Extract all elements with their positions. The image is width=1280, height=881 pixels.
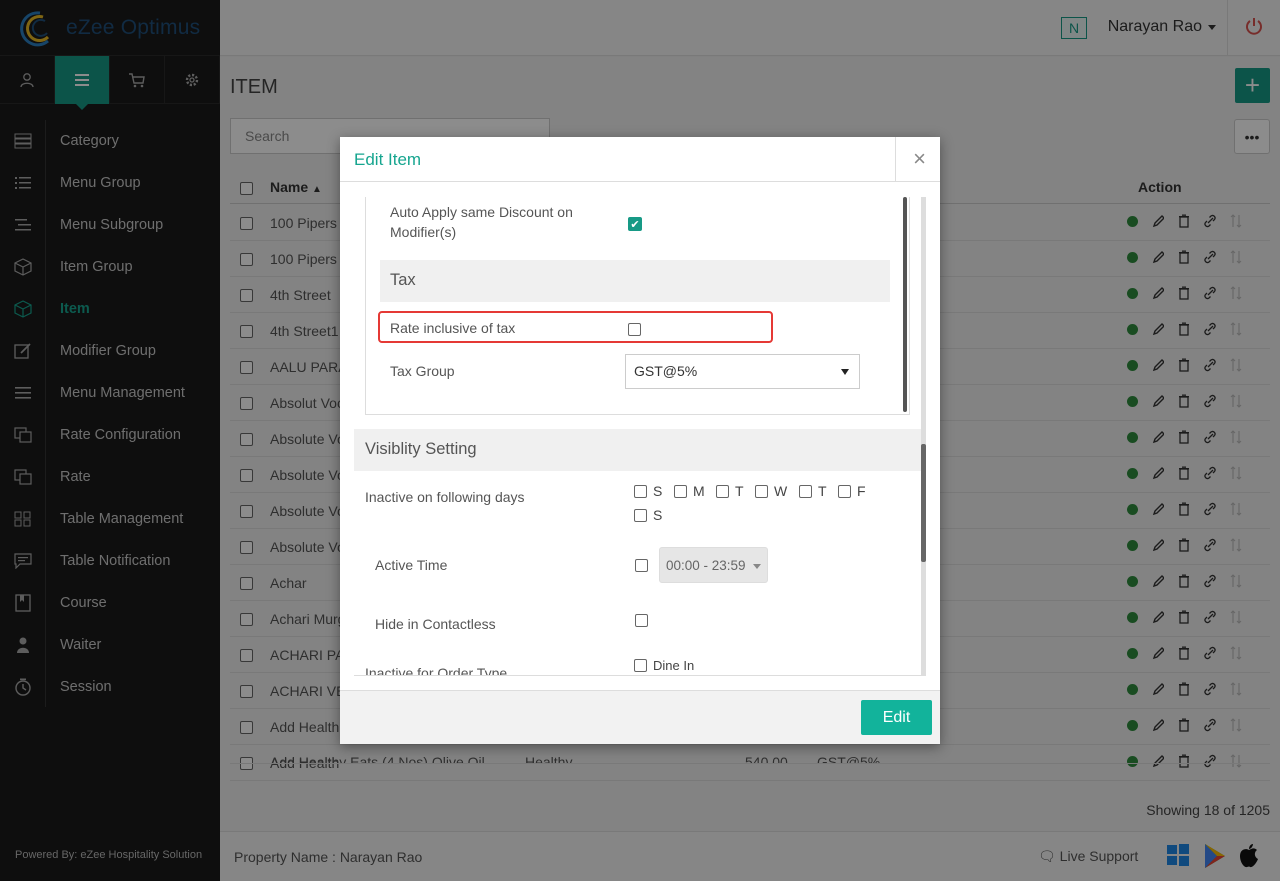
visibility-section-header: Visiblity Setting <box>354 429 921 471</box>
day-thursday[interactable]: T <box>799 483 827 499</box>
inactive-days-label: Inactive on following days <box>365 489 525 505</box>
edit-item-modal: Edit Item × Auto Apply same Discount on … <box>340 137 940 744</box>
rate-inclusive-tax-label: Rate inclusive of tax <box>390 320 516 336</box>
active-time-select: 00:00 - 23:59 <box>659 547 768 583</box>
modal-header: Edit Item × <box>340 137 940 182</box>
tax-group-label: Tax Group <box>390 363 455 379</box>
tax-group-select[interactable]: GST@5% <box>625 354 860 389</box>
scrollbar-thumb[interactable] <box>921 444 926 562</box>
auto-apply-discount-checkbox[interactable]: ✔ <box>628 217 642 231</box>
active-time-checkbox[interactable] <box>635 559 648 572</box>
divider <box>354 675 926 676</box>
inner-scrollbar[interactable] <box>903 197 907 412</box>
day-monday[interactable]: M <box>674 483 705 499</box>
tax-section-header: Tax <box>380 260 890 302</box>
divider <box>895 137 896 182</box>
auto-apply-discount-label: Auto Apply same Discount on Modifier(s) <box>390 204 573 240</box>
close-icon[interactable]: × <box>913 146 926 172</box>
chevron-down-icon <box>753 564 761 569</box>
scrollbar-track[interactable] <box>921 197 926 675</box>
chevron-down-icon <box>841 369 849 375</box>
check-icon: ✔ <box>630 218 640 231</box>
modal-body: Auto Apply same Discount on Modifier(s) … <box>354 182 926 676</box>
hide-contactless-checkbox[interactable] <box>635 614 648 627</box>
day-tuesday[interactable]: T <box>716 483 744 499</box>
edit-button[interactable]: Edit <box>861 700 932 735</box>
day-friday[interactable]: F <box>838 483 866 499</box>
rate-inclusive-tax-checkbox[interactable] <box>628 323 641 336</box>
hide-contactless-label: Hide in Contactless <box>375 616 496 632</box>
day-wednesday[interactable]: W <box>755 483 787 499</box>
active-time-label: Active Time <box>375 557 448 573</box>
day-saturday[interactable]: S <box>634 507 662 523</box>
day-sunday[interactable]: S <box>634 483 662 499</box>
order-type-dine-in[interactable]: Dine In <box>634 658 694 673</box>
modal-footer: Edit <box>340 690 940 744</box>
modal-title: Edit Item <box>354 150 422 169</box>
